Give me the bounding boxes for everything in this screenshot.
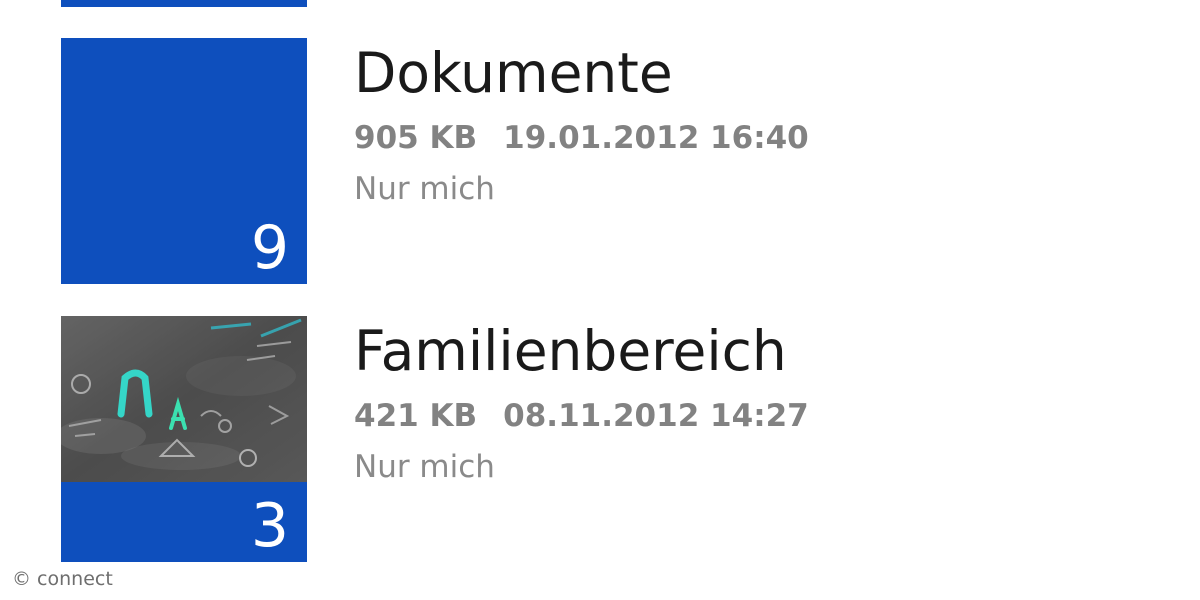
folder-meta: 905 KB 19.01.2012 16:40 [354, 123, 809, 154]
folder-date: 19.01.2012 16:40 [503, 120, 809, 156]
folder-info: Familienbereich 421 KB 08.11.2012 14:27 N… [354, 316, 809, 483]
skydrive-folder-list: 9 Dokumente 905 KB 19.01.2012 16:40 Nur m… [0, 0, 1200, 600]
folder-info: Dokumente 905 KB 19.01.2012 16:40 Nur mic… [354, 38, 809, 205]
folder-size: 421 KB [354, 398, 478, 434]
folder-sharing: Nur mich [354, 171, 495, 207]
folder-tile[interactable]: 3 [61, 316, 307, 562]
folder-date: 08.11.2012 14:27 [503, 398, 809, 434]
folder-item-familienbereich[interactable]: 3 Familienbereich 421 KB 08.11.2012 14:27… [61, 316, 1161, 564]
folder-tile-partial[interactable] [61, 0, 307, 7]
folder-item-count: 9 [250, 213, 289, 283]
folder-sharing: Nur mich [354, 449, 495, 485]
folder-item-count: 3 [250, 491, 289, 561]
folder-size: 905 KB [354, 120, 478, 156]
folder-item-dokumente[interactable]: 9 Dokumente 905 KB 19.01.2012 16:40 Nur m… [61, 38, 1161, 286]
chalkboard-thumbnail [61, 316, 307, 482]
folder-meta: 421 KB 08.11.2012 14:27 [354, 401, 809, 432]
folder-tile[interactable]: 9 [61, 38, 307, 284]
copyright-watermark: © connect [12, 568, 113, 590]
folder-title[interactable]: Familienbereich [354, 324, 809, 379]
folder-title[interactable]: Dokumente [354, 46, 809, 101]
